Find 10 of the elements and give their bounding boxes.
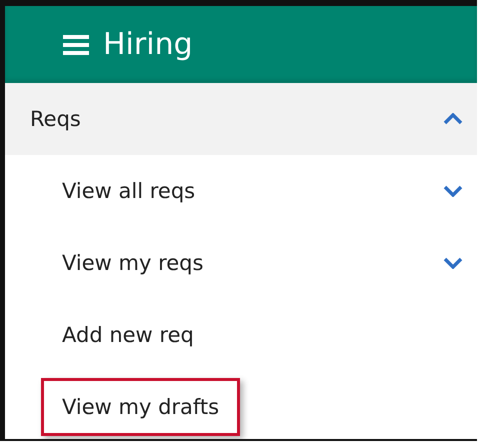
chevron-icon [443, 113, 463, 125]
section-header[interactable]: Reqs [5, 83, 477, 155]
chevron-icon[interactable] [443, 257, 463, 269]
menu-item[interactable]: View my reqs [41, 234, 224, 292]
menu-icon[interactable] [63, 34, 89, 56]
app-title: Hiring [103, 27, 193, 62]
chevron-icon[interactable] [443, 185, 463, 197]
menu-item[interactable]: View my drafts [41, 378, 240, 436]
menu-item[interactable]: View all reqs [41, 162, 216, 220]
menu-item[interactable]: Add new req [41, 306, 215, 364]
